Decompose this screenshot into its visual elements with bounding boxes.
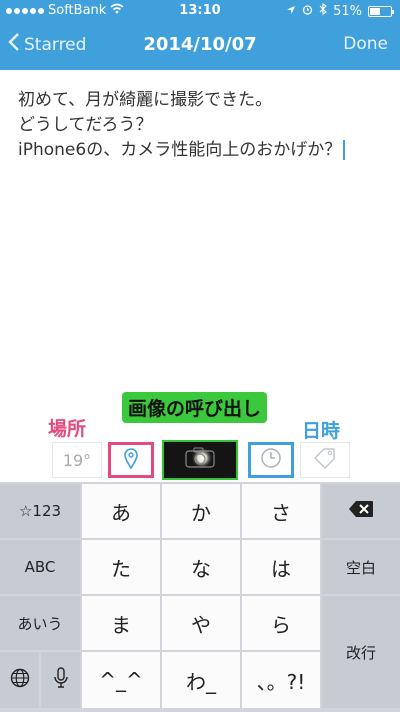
tag-icon	[313, 447, 337, 473]
key-sa[interactable]: さ	[242, 484, 320, 538]
status-bar: SoftBank 13:10 51%	[0, 0, 400, 22]
globe-key[interactable]	[0, 652, 39, 708]
key-wa[interactable]: わ_	[162, 652, 240, 708]
key-ma[interactable]: ま	[82, 596, 160, 650]
backspace-icon	[348, 499, 374, 523]
key-abc[interactable]: ABC	[0, 540, 80, 594]
key-ra[interactable]: ら	[242, 596, 320, 650]
return-key[interactable]: 改行	[322, 596, 400, 708]
editor-line: iPhone6の、カメラ性能向上のおかげか？	[18, 140, 342, 160]
app-header: SoftBank 13:10 51% Starred 2014/10/07 Do…	[0, 0, 400, 70]
done-button[interactable]: Done	[343, 34, 388, 54]
key-na[interactable]: な	[162, 540, 240, 594]
battery-icon	[368, 5, 394, 17]
weather-temperature: 19°	[62, 450, 92, 470]
tag-button[interactable]	[300, 442, 350, 478]
key-emoticon[interactable]: ^_^	[82, 652, 160, 708]
battery-percent: 51%	[333, 3, 362, 19]
editor-line: 初めて、月が綺麗に撮影できた。	[18, 90, 273, 110]
location-button[interactable]	[108, 442, 154, 478]
entry-text-editor[interactable]: 初めて、月が綺麗に撮影できた。 どうしてだろう？ iPhone6の、カメラ性能向…	[18, 88, 388, 163]
japanese-kana-keyboard: ☆123 あ か さ ABC た な は 空白 あいう ま や ら 改行 ^_^…	[0, 482, 400, 712]
page-title: 2014/10/07	[143, 34, 257, 55]
camera-icon	[170, 443, 230, 477]
key-numbers-symbols[interactable]: ☆123	[0, 484, 80, 538]
navigation-bar: Starred 2014/10/07 Done	[0, 22, 400, 70]
location-arrow-icon	[286, 4, 296, 19]
time-annotation: 日時	[302, 420, 341, 442]
key-ya[interactable]: や	[162, 596, 240, 650]
datetime-button[interactable]	[248, 442, 294, 478]
text-caret	[343, 140, 346, 160]
weather-button[interactable]: 19°	[52, 442, 102, 478]
key-ha[interactable]: は	[242, 540, 320, 594]
photo-button[interactable]	[162, 440, 238, 480]
space-key[interactable]: 空白	[322, 540, 400, 594]
editor-line: どうしてだろう？	[18, 115, 153, 135]
clock-icon	[260, 447, 282, 473]
globe-icon	[10, 668, 30, 693]
key-punctuation[interactable]: 、。?!	[242, 652, 320, 708]
key-a[interactable]: あ	[82, 484, 160, 538]
key-kana[interactable]: あいう	[0, 596, 80, 650]
place-annotation: 場所	[48, 418, 87, 440]
microphone-icon	[53, 666, 68, 694]
location-pin-icon	[123, 447, 139, 473]
image-callout-annotation: 画像の呼び出し	[122, 392, 268, 423]
key-ta[interactable]: た	[82, 540, 160, 594]
delete-key[interactable]	[322, 484, 400, 538]
alarm-icon	[302, 4, 313, 19]
dictation-key[interactable]	[41, 652, 80, 708]
entry-toolbar: 19°	[0, 440, 400, 482]
bluetooth-icon	[319, 2, 328, 19]
key-ka[interactable]: か	[162, 484, 240, 538]
